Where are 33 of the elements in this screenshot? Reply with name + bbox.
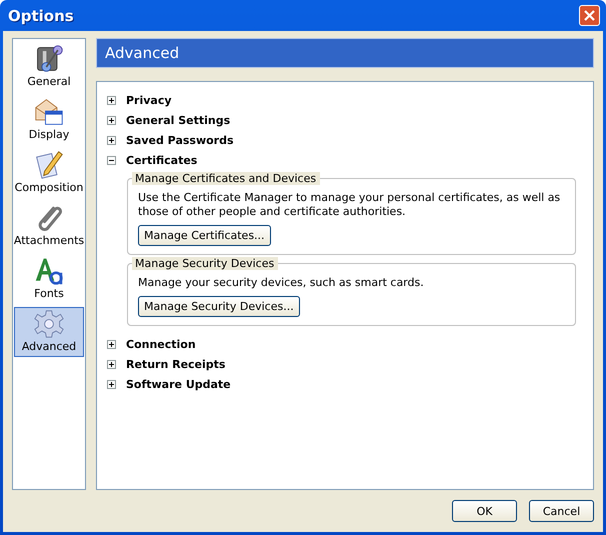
manage-button[interactable]: Manage Certificates... [138,225,271,246]
section-label[interactable]: Certificates [126,154,198,166]
group-description: Manage your security devices, such as smart cards. [138,276,424,290]
section-label[interactable]: Privacy [126,94,172,106]
category-item[interactable]: Display [14,95,84,145]
manage-button[interactable]: Manage Security Devices... [138,296,300,317]
group-caption: Manage Certificates and Devices [132,172,320,185]
expand-icon[interactable] [107,340,116,348]
window-title: Options [8,6,74,24]
collapse-icon[interactable] [107,156,116,164]
gear-icon [32,309,66,339]
close-button[interactable] [579,5,600,26]
expand-icon[interactable] [107,360,116,368]
group-description: Use the Certificate Manager to manage your personal certificates, as well as those of other people and certificate authorities. [138,191,562,219]
section-label[interactable]: Software Update [126,378,231,390]
close-icon [583,9,596,22]
category-item[interactable]: Advanced [14,307,84,357]
section-label[interactable]: Return Receipts [126,358,226,370]
category-item[interactable]: Composition [14,148,84,198]
group-caption: Manage Security Devices [132,257,278,270]
category-item[interactable]: Attachments [14,201,84,251]
section-label[interactable]: General Settings [126,114,230,126]
section-label[interactable]: Connection [126,338,196,350]
cancel-button[interactable]: Cancel [529,500,594,522]
ok-button[interactable]: OK [452,500,517,522]
expand-icon[interactable] [107,136,116,144]
section-label[interactable]: Saved Passwords [126,134,234,146]
expand-icon[interactable] [107,116,116,124]
category-item[interactable]: Fonts [14,254,84,304]
expand-icon[interactable] [107,96,116,104]
panel-title: Advanced [96,38,594,68]
expand-icon[interactable] [107,380,116,388]
category-item[interactable]: General [14,42,84,92]
